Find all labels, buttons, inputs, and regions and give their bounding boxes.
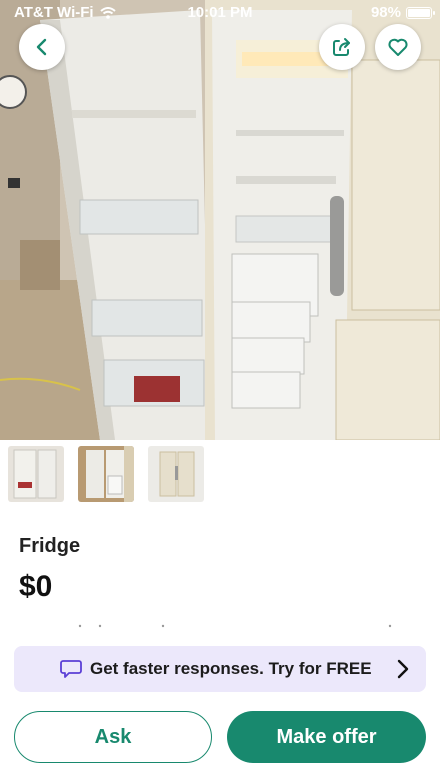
listing-photo[interactable]	[0, 0, 440, 440]
promo-text: Get faster responses. Try for FREE	[90, 659, 372, 678]
thumbnail-image	[8, 446, 64, 502]
promo-banner[interactable]: Get faster responses. Try for FREE	[14, 646, 426, 692]
battery-percent: 98%	[370, 4, 401, 21]
thumbnail-1[interactable]	[8, 446, 64, 502]
chevron-left-icon	[36, 38, 47, 56]
thumbnail-2[interactable]	[78, 446, 134, 502]
status-bar: AT&T Wi-Fi 10:01 PM 98%	[0, 0, 440, 24]
chat-bubble-icon	[60, 660, 82, 678]
photo-thumbnails	[0, 440, 440, 508]
battery-fill	[408, 8, 430, 17]
fridge-photo-illustration	[0, 0, 440, 440]
divider-dots	[78, 624, 392, 628]
battery-indicator: 98%	[370, 4, 435, 21]
back-button[interactable]	[19, 24, 65, 70]
thumbnail-image	[78, 446, 134, 502]
item-title: Fridge	[19, 535, 81, 557]
battery-icon	[406, 6, 435, 19]
ask-button[interactable]: Ask	[14, 711, 212, 763]
favorite-button[interactable]	[375, 24, 421, 70]
heart-icon	[388, 38, 408, 56]
item-price: $0	[19, 570, 53, 603]
share-icon	[333, 38, 350, 56]
thumbnail-image	[148, 446, 204, 502]
make-offer-button[interactable]: Make offer	[227, 711, 426, 763]
share-button[interactable]	[319, 24, 365, 70]
thumbnail-3[interactable]	[148, 446, 204, 502]
chevron-right-icon	[397, 659, 409, 679]
